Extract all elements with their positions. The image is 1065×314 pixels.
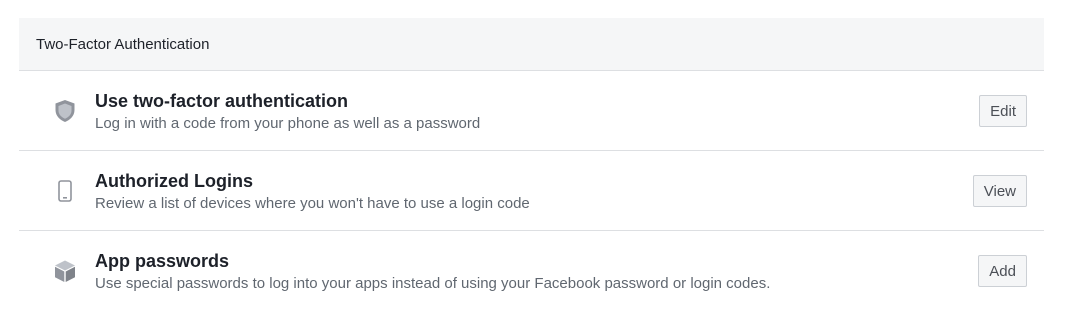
row-title: Authorized Logins bbox=[95, 171, 253, 191]
view-button[interactable]: View bbox=[972, 175, 1027, 207]
two-factor-panel: Two-Factor Authentication Use two-factor… bbox=[19, 18, 1044, 314]
add-button[interactable]: Add bbox=[978, 255, 1027, 287]
shield-icon bbox=[53, 99, 77, 123]
row-title: App passwords bbox=[95, 251, 230, 271]
section-header: Two-Factor Authentication bbox=[19, 18, 1044, 71]
row-two-factor: Use two-factor authentication Log in wit… bbox=[19, 71, 1044, 151]
phone-icon bbox=[53, 179, 77, 203]
edit-button[interactable]: Edit bbox=[979, 95, 1027, 127]
cube-icon bbox=[53, 259, 77, 283]
row-title: Use two-factor authentication bbox=[95, 91, 349, 111]
row-description: Use special passwords to log into your a… bbox=[95, 275, 771, 292]
section-title: Two-Factor Authentication bbox=[36, 35, 210, 53]
row-authorized-logins: Authorized Logins Review a list of devic… bbox=[19, 151, 1044, 231]
row-app-passwords: App passwords Use special passwords to l… bbox=[19, 231, 1044, 311]
row-description: Review a list of devices where you won't… bbox=[95, 195, 530, 212]
row-description: Log in with a code from your phone as we… bbox=[95, 115, 481, 132]
